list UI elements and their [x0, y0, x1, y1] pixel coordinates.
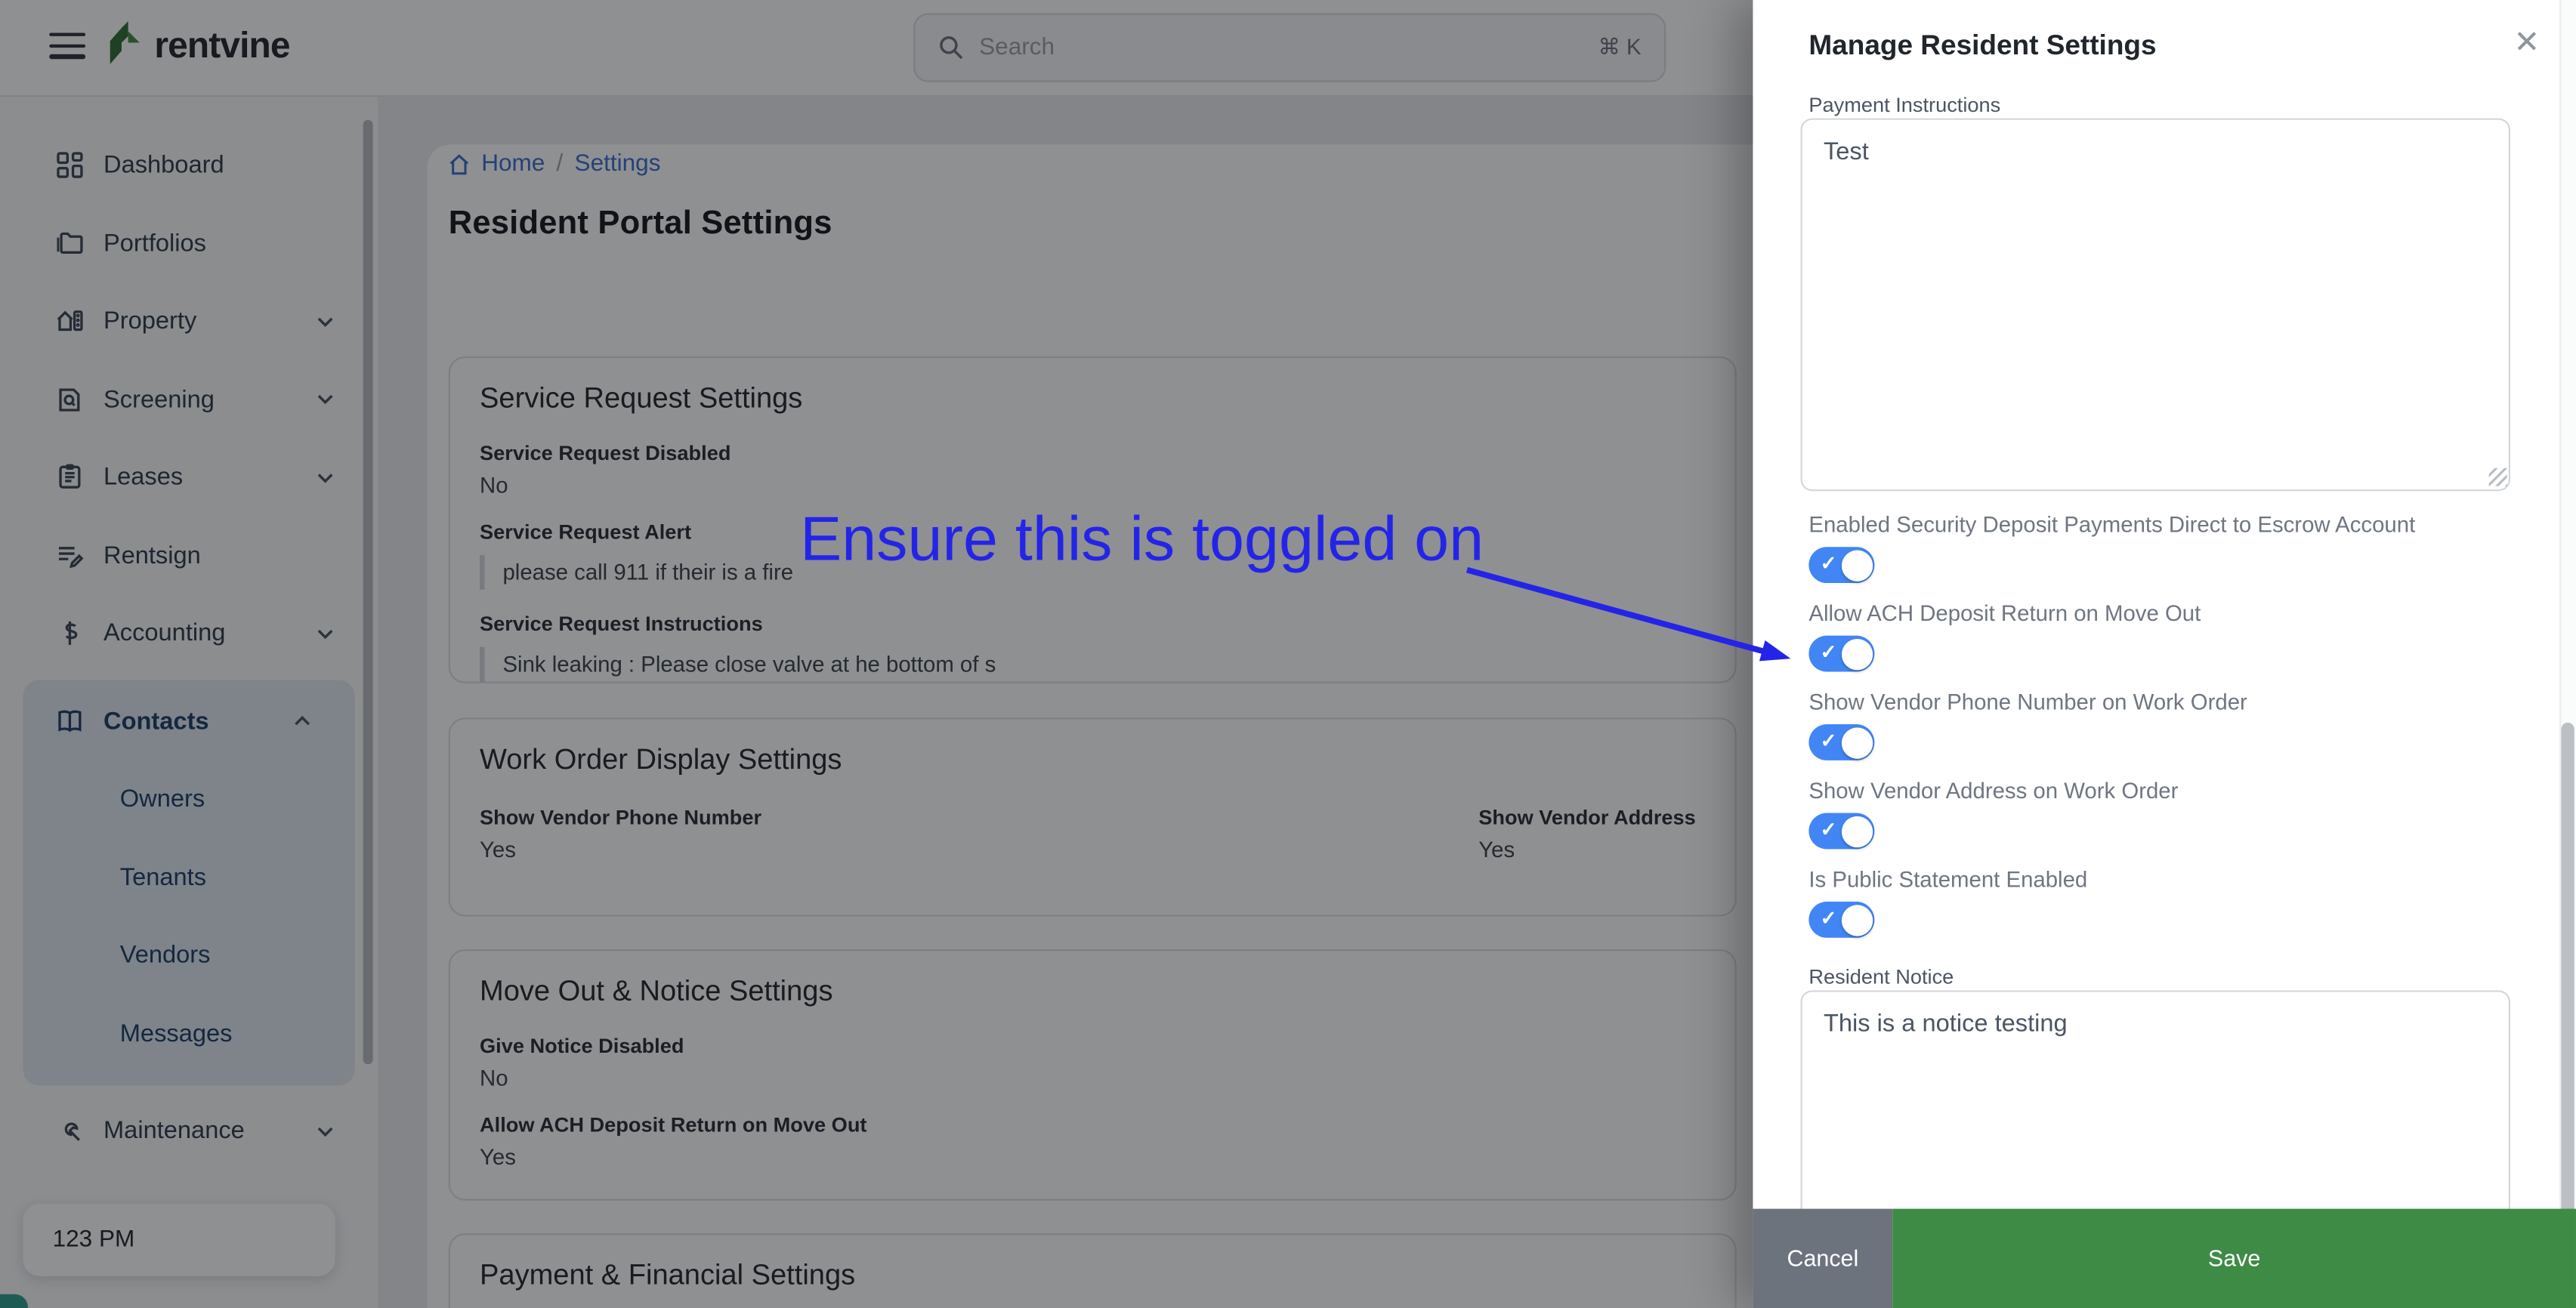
toggle-label: Show Vendor Address on Work Order — [1808, 778, 2179, 804]
payment-instructions-textarea[interactable]: Test — [1800, 118, 2511, 492]
manage-resident-settings-modal: Manage Resident Settings ✕ Payment Instr… — [1753, 0, 2576, 1308]
toggle-label: Show Vendor Phone Number on Work Order — [1808, 689, 2247, 715]
toggle-label: Enabled Security Deposit Payments Direct… — [1808, 512, 2416, 538]
toggle-vendor-address[interactable]: ✓ — [1808, 813, 1875, 850]
check-icon: ✓ — [1820, 818, 1837, 841]
payment-instructions-label: Payment Instructions — [1808, 93, 2001, 117]
textarea-resize-handle[interactable] — [2488, 467, 2507, 486]
cancel-button[interactable]: Cancel — [1753, 1208, 1893, 1308]
check-icon: ✓ — [1820, 551, 1837, 575]
toggle-knob — [1840, 549, 1873, 581]
check-icon: ✓ — [1820, 906, 1837, 930]
toggle-knob — [1840, 815, 1873, 847]
save-button[interactable]: Save — [1892, 1208, 2576, 1308]
toggle-label: Allow ACH Deposit Return on Move Out — [1808, 600, 2201, 626]
modal-scrollbar-thumb[interactable] — [2561, 722, 2574, 1236]
check-icon: ✓ — [1820, 640, 1837, 664]
close-icon[interactable]: ✕ — [2514, 25, 2540, 63]
toggle-knob — [1840, 637, 1873, 670]
modal-footer: Cancel Save — [1753, 1208, 2576, 1308]
check-icon: ✓ — [1820, 729, 1837, 753]
toggle-label: Is Public Statement Enabled — [1808, 867, 2088, 892]
toggle-escrow-account[interactable]: ✓ — [1808, 547, 1875, 584]
toggle-vendor-phone[interactable]: ✓ — [1808, 724, 1875, 760]
toggle-knob — [1840, 726, 1873, 758]
toggle-ach-deposit-return[interactable]: ✓ — [1808, 635, 1875, 672]
resident-notice-label: Resident Notice — [1808, 965, 1954, 989]
modal-title: Manage Resident Settings — [1808, 29, 2157, 61]
app-window: rentvine Search ⌘ K Dashboard Portfolios… — [0, 0, 2576, 1308]
toggle-knob — [1840, 904, 1873, 936]
annotation-text: Ensure this is toggled on — [800, 505, 1484, 575]
toggle-public-statement[interactable]: ✓ — [1808, 901, 1875, 938]
modal-backdrop[interactable] — [0, 0, 1753, 1308]
